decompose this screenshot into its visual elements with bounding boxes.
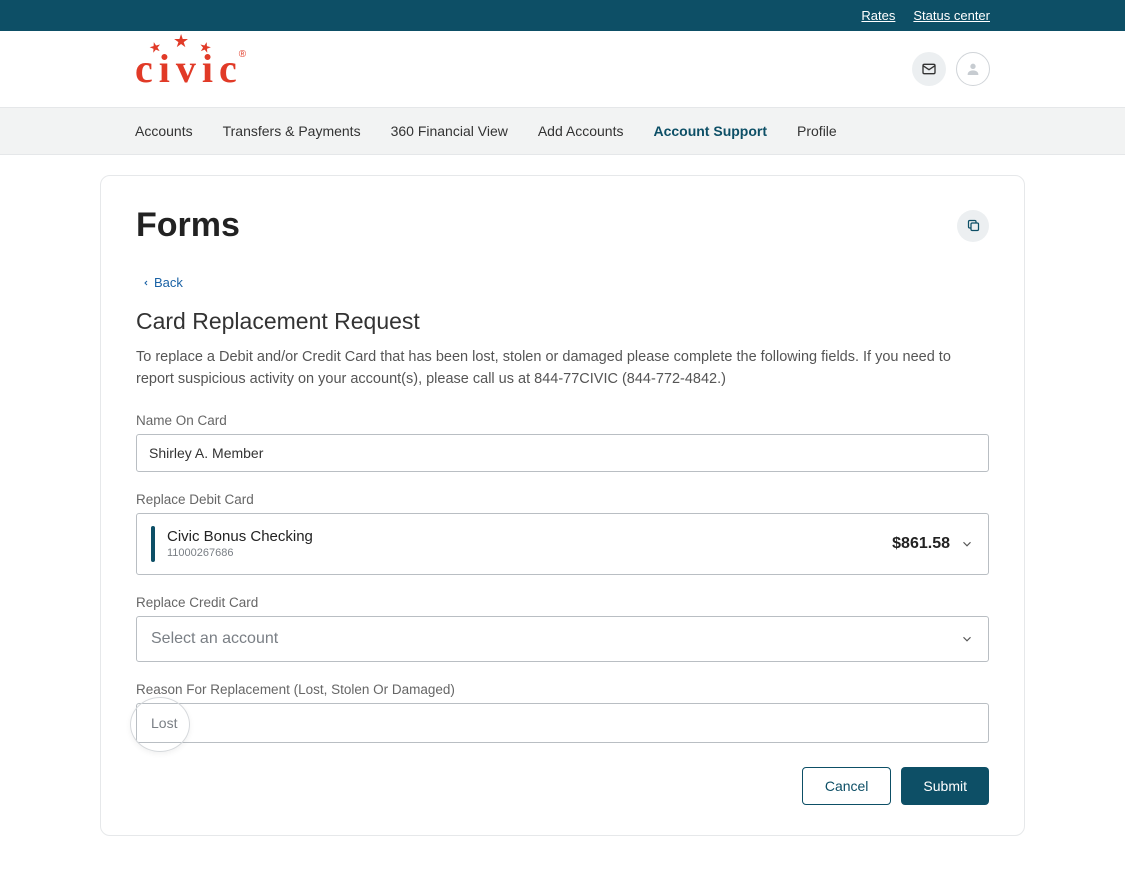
nav-add-accounts[interactable]: Add Accounts [538,108,624,154]
copy-button[interactable] [957,210,989,242]
main-nav: Accounts Transfers & Payments 360 Financ… [0,107,1125,155]
credit-placeholder: Select an account [151,630,278,648]
profile-button[interactable] [956,52,990,86]
credit-label: Replace Credit Card [136,595,989,610]
back-link[interactable]: Back [142,275,989,290]
page-content: Forms Back Card Replacement Request To r… [0,155,1125,876]
mail-icon [921,61,937,77]
header-icons [912,52,990,86]
reason-label: Reason For Replacement (Lost, Stolen Or … [136,682,989,697]
nav-financial-view[interactable]: 360 Financial View [391,108,508,154]
forms-card: Forms Back Card Replacement Request To r… [100,175,1025,836]
chevron-down-icon [960,537,974,551]
user-icon [965,61,981,77]
debit-label: Replace Debit Card [136,492,989,507]
name-label: Name On Card [136,413,989,428]
nav-accounts[interactable]: Accounts [135,108,193,154]
reason-input[interactable] [136,703,989,743]
debit-account-number: 11000267686 [167,547,313,559]
cancel-button[interactable]: Cancel [802,767,892,805]
form-description: To replace a Debit and/or Credit Card th… [136,347,989,391]
account-indicator [151,526,155,562]
debit-account-select[interactable]: Civic Bonus Checking 11000267686 $861.58 [136,513,989,575]
form-heading: Card Replacement Request [136,308,989,335]
messages-button[interactable] [912,52,946,86]
rates-link[interactable]: Rates [861,8,895,23]
copy-icon [966,218,981,233]
logo[interactable]: ★ ★ ★ civic® [135,49,246,89]
credit-account-select[interactable]: Select an account [136,616,989,662]
name-input[interactable] [136,434,989,472]
nav-account-support[interactable]: Account Support [653,108,767,154]
page-title: Forms [136,206,240,245]
submit-button[interactable]: Submit [901,767,989,805]
chevron-left-icon [142,278,150,288]
chevron-down-icon [960,632,974,646]
logo-text: civic [135,46,243,91]
debit-account-name: Civic Bonus Checking [167,528,313,545]
status-center-link[interactable]: Status center [913,8,990,23]
nav-profile[interactable]: Profile [797,108,837,154]
top-utility-bar: Rates Status center [0,0,1125,31]
nav-transfers[interactable]: Transfers & Payments [223,108,361,154]
debit-balance: $861.58 [892,535,950,553]
back-label: Back [154,275,183,290]
header: ★ ★ ★ civic® [0,31,1125,107]
form-buttons: Cancel Submit [136,767,989,805]
